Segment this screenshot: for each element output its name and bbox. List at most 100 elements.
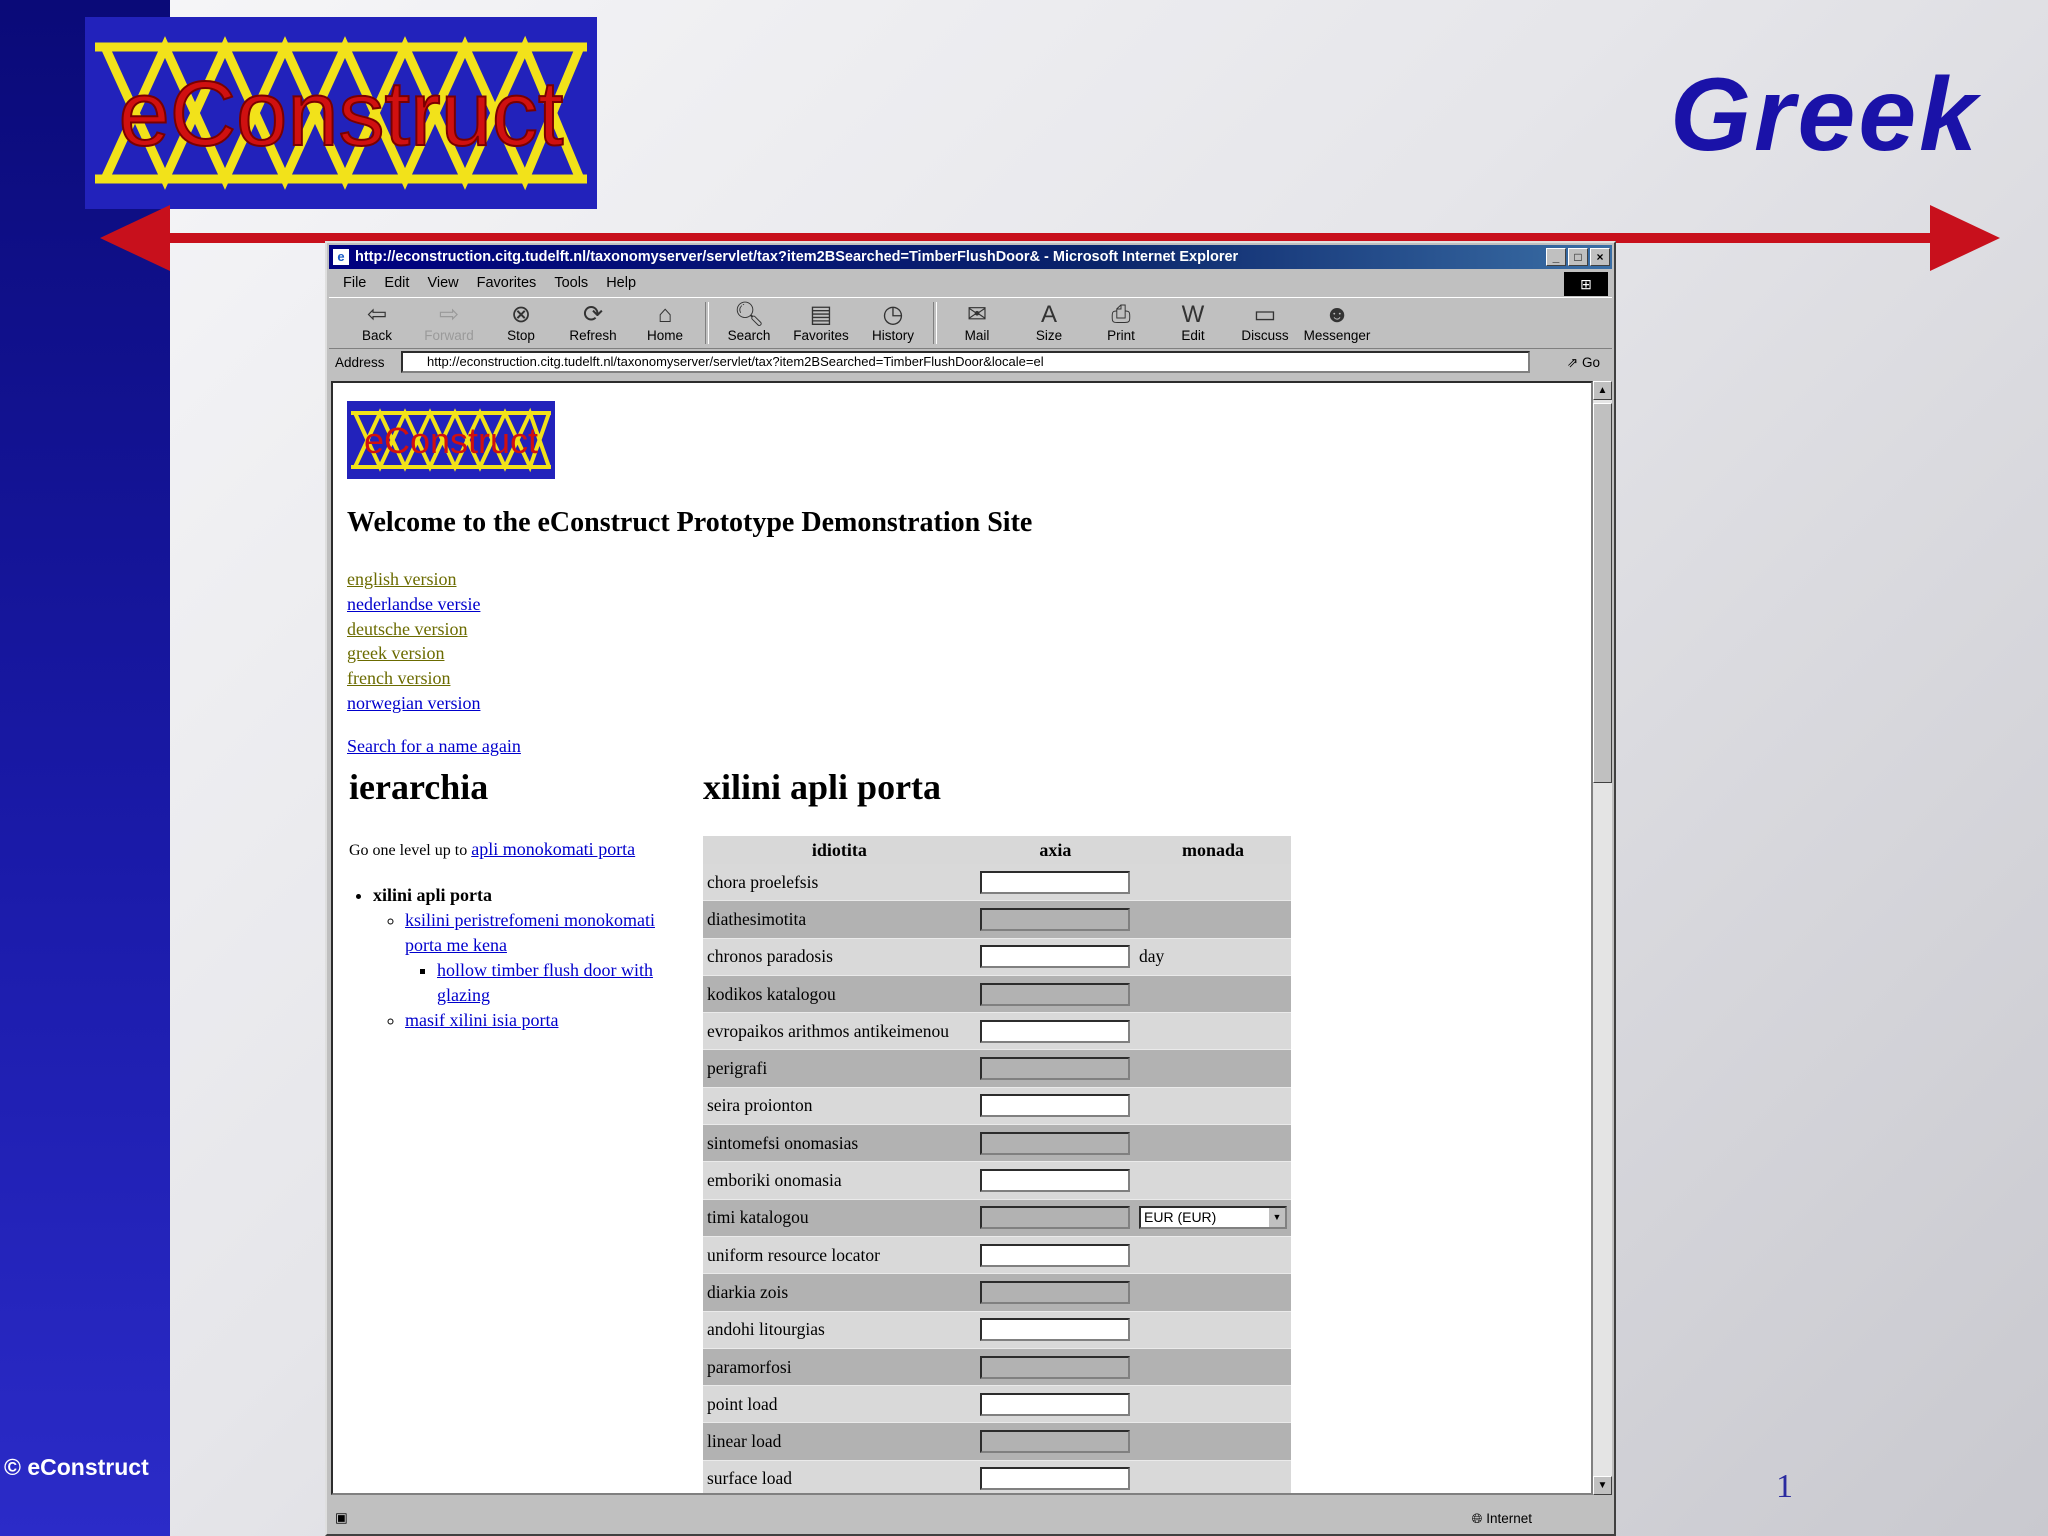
value-input[interactable] xyxy=(979,1019,1130,1043)
value-input[interactable] xyxy=(979,1094,1130,1118)
table-row: evropaikos arithmos antikeimenou xyxy=(703,1012,1291,1051)
search-button[interactable]: 🔍︎ Search xyxy=(713,298,785,348)
language-links: english version nederlandse versie deuts… xyxy=(347,567,480,716)
go-up-link[interactable]: apli monokomati porta xyxy=(471,839,635,859)
hierarchy-tree: xilini apli porta ksilini peristrefomeni… xyxy=(349,883,689,1033)
table-header-row: idiotita axia monada xyxy=(703,836,1291,864)
go-up-text: Go one level up to xyxy=(349,842,468,859)
unit-cell xyxy=(1135,1049,1291,1088)
minimize-button[interactable]: _ xyxy=(1546,248,1566,266)
value-input[interactable] xyxy=(979,1355,1130,1379)
tree-child-link-2[interactable]: masif xilini isia porta xyxy=(405,1010,558,1030)
value-cell xyxy=(975,1311,1135,1349)
link-french-version[interactable]: french version xyxy=(347,666,480,691)
forward-arrow-icon: ⇨ xyxy=(438,301,460,328)
value-input[interactable] xyxy=(979,1392,1130,1416)
go-button[interactable]: ⇗ Go xyxy=(1567,355,1600,371)
value-input[interactable] xyxy=(979,1467,1130,1491)
menu-favorites[interactable]: Favorites xyxy=(477,275,537,291)
unit-cell xyxy=(1135,1012,1291,1051)
print-icon: ⎙ xyxy=(1111,301,1131,328)
print-button[interactable]: ⎙ Print xyxy=(1085,298,1157,348)
table-row: chronos paradosis day xyxy=(703,938,1291,976)
maximize-button[interactable]: □ xyxy=(1568,248,1588,266)
favorites-icon: ▤ xyxy=(809,301,833,328)
value-input[interactable] xyxy=(979,870,1130,894)
go-up-line: Go one level up to apli monokomati porta xyxy=(349,839,635,860)
menu-file[interactable]: File xyxy=(343,275,366,291)
value-input[interactable] xyxy=(979,1243,1130,1267)
history-button[interactable]: ◷ History xyxy=(857,298,929,348)
property-name: emboriki onomasia xyxy=(703,1161,976,1200)
mail-button[interactable]: ✉ Mail xyxy=(941,298,1013,348)
table-row: seira proionton xyxy=(703,1087,1291,1126)
value-input[interactable] xyxy=(979,1169,1130,1193)
link-norwegian-version[interactable]: norwegian version xyxy=(347,691,480,716)
property-name: seira proionton xyxy=(703,1087,976,1126)
property-name: perigrafi xyxy=(703,1049,976,1088)
unit-cell xyxy=(1135,975,1291,1014)
address-input[interactable]: http://econstruction.citg.tudelft.nl/tax… xyxy=(401,351,1530,373)
menu-tools[interactable]: Tools xyxy=(554,275,588,291)
size-icon: A xyxy=(1040,301,1057,328)
menu-edit[interactable]: Edit xyxy=(384,275,409,291)
discuss-icon: ▭ xyxy=(1253,301,1277,328)
favorites-button[interactable]: ▤ Favorites xyxy=(785,298,857,348)
table-row: timi katalogou EUR (EUR) ▼ xyxy=(703,1199,1291,1237)
link-greek-version[interactable]: greek version xyxy=(347,641,480,666)
mail-icon: ✉ xyxy=(966,301,988,328)
value-input[interactable] xyxy=(979,1131,1130,1155)
menu-help[interactable]: Help xyxy=(606,275,636,291)
link-nederlandse-versie[interactable]: nederlandse versie xyxy=(347,592,480,617)
unit-cell xyxy=(1135,1087,1291,1126)
home-button[interactable]: ⌂ Home xyxy=(629,298,701,348)
link-deutsche-version[interactable]: deutsche version xyxy=(347,617,480,642)
column-header-value: axia xyxy=(975,836,1135,864)
tree-current-item: xilini apli porta ksilini peristrefomeni… xyxy=(373,883,689,1033)
forward-button[interactable]: ⇨ Forward xyxy=(413,298,485,348)
value-input[interactable] xyxy=(979,1206,1130,1230)
page-status-icon: ▣ xyxy=(335,1510,348,1525)
currency-select[interactable]: EUR (EUR) ▼ xyxy=(1139,1206,1287,1230)
search-again-link[interactable]: Search for a name again xyxy=(347,736,521,757)
item-heading: xilini apli porta xyxy=(703,767,942,807)
value-input[interactable] xyxy=(979,1280,1130,1304)
scroll-down-icon[interactable]: ▼ xyxy=(1593,1476,1612,1495)
property-name: diathesimotita xyxy=(703,900,976,939)
value-cell xyxy=(975,1348,1135,1387)
refresh-button[interactable]: ⟳ Refresh xyxy=(557,298,629,348)
value-input[interactable] xyxy=(979,1318,1130,1342)
size-button[interactable]: A Size xyxy=(1013,298,1085,348)
tree-grandchild-link-1[interactable]: hollow timber flush door with glazing xyxy=(437,960,653,1005)
value-cell xyxy=(975,1087,1135,1126)
discuss-button[interactable]: ▭ Discuss xyxy=(1229,298,1301,348)
unit-cell xyxy=(1135,1273,1291,1312)
unit-cell xyxy=(1135,1236,1291,1275)
property-name: andohi litourgias xyxy=(703,1311,976,1349)
menu-view[interactable]: View xyxy=(427,275,458,291)
edit-button[interactable]: W Edit xyxy=(1157,298,1229,348)
value-input[interactable] xyxy=(979,982,1130,1006)
tree-child-item: ksilini peristrefomeni monokomati porta … xyxy=(405,908,689,1008)
value-input[interactable] xyxy=(979,1430,1130,1454)
value-input[interactable] xyxy=(979,907,1130,931)
value-cell xyxy=(975,900,1135,939)
back-button[interactable]: ⇦ Back xyxy=(341,298,413,348)
property-name: chronos paradosis xyxy=(703,938,976,976)
scroll-up-icon[interactable]: ▲ xyxy=(1593,381,1612,400)
value-cell xyxy=(975,1124,1135,1163)
value-input[interactable] xyxy=(979,945,1130,969)
close-button[interactable]: × xyxy=(1590,248,1610,266)
stop-button[interactable]: ⊗ Stop xyxy=(485,298,557,348)
link-english-version[interactable]: english version xyxy=(347,567,480,592)
security-zone: 🌐︎ Internet xyxy=(1471,1511,1532,1526)
page-logo-text: eConstruct xyxy=(364,420,538,461)
value-input[interactable] xyxy=(979,1057,1130,1081)
value-cell xyxy=(975,938,1135,976)
vertical-scrollbar[interactable]: ▲ ▼ xyxy=(1593,381,1612,1495)
copyright-text: © eConstruct xyxy=(4,1454,149,1480)
property-name: timi katalogou xyxy=(703,1199,976,1237)
scroll-thumb[interactable] xyxy=(1593,403,1612,783)
tree-child-link-1[interactable]: ksilini peristrefomeni monokomati porta … xyxy=(405,910,655,955)
messenger-button[interactable]: ☻ Messenger xyxy=(1301,298,1373,348)
